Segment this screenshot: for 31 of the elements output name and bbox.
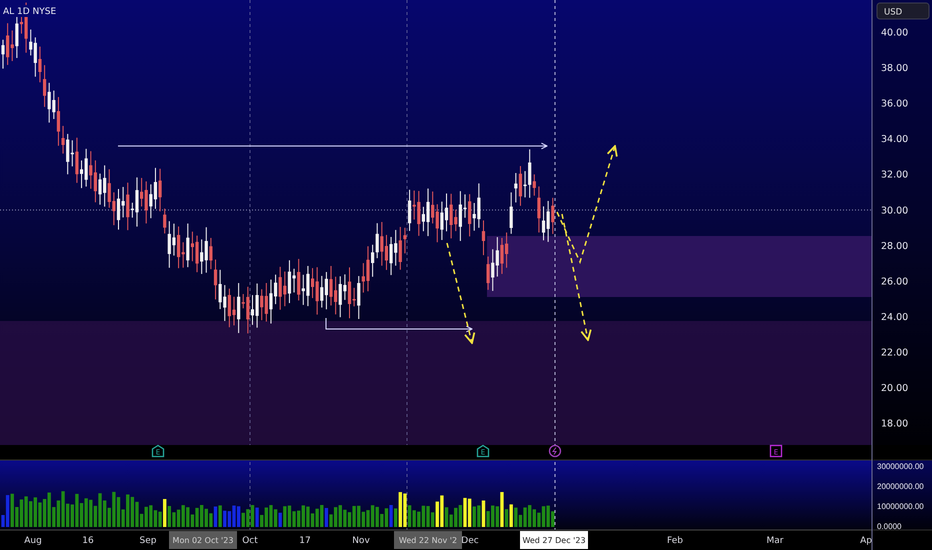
time-axis-label: Mar	[766, 536, 784, 546]
price-axis-label: 40.00	[881, 28, 908, 38]
time-axis-label: Feb	[667, 536, 683, 546]
price-axis-label: 32.00	[881, 170, 908, 181]
symbol-label: AL 1D NYSE	[1, 5, 56, 17]
time-axis-label: 16	[82, 536, 94, 546]
time-axis-label: Aug	[24, 536, 42, 546]
time-axis-label: 17	[299, 536, 311, 546]
price-axis-label: 20.00	[881, 383, 908, 394]
volume-axis-label: 30000000.00	[877, 462, 924, 471]
date-marker-label: Wed 22 Nov '2	[394, 531, 462, 549]
time-axis-label: Ap	[860, 536, 872, 546]
time-axis-label: Dec	[461, 536, 479, 546]
price-axis-label: 38.00	[881, 63, 908, 74]
price-axis-label: 22.00	[881, 347, 908, 358]
price-axis-label: 30.00	[881, 205, 908, 216]
time-axis-label: Sep	[140, 536, 156, 546]
date-marker-label: Wed 27 Dec '23	[520, 531, 588, 549]
volume-axis-label: 0.0000	[877, 522, 902, 531]
price-axis-label: 28.00	[881, 240, 908, 252]
price-axis-label: 26.00	[881, 276, 908, 288]
currency-button[interactable]: USD	[876, 2, 930, 20]
time-axis-label: Nov	[352, 536, 370, 546]
price-axis-label: 34.00	[881, 134, 908, 146]
volume-axis-label: 10000000.00	[877, 502, 924, 511]
volume-axis-label: 20000000.00	[877, 482, 924, 491]
time-axis-label: Oct	[242, 536, 258, 546]
price-axis-label: 18.00	[881, 418, 908, 430]
price-axis-label: 36.00	[881, 98, 908, 110]
price-axis-label: 24.00	[881, 312, 908, 323]
date-marker-label: Mon 02 Oct '23	[169, 531, 237, 549]
